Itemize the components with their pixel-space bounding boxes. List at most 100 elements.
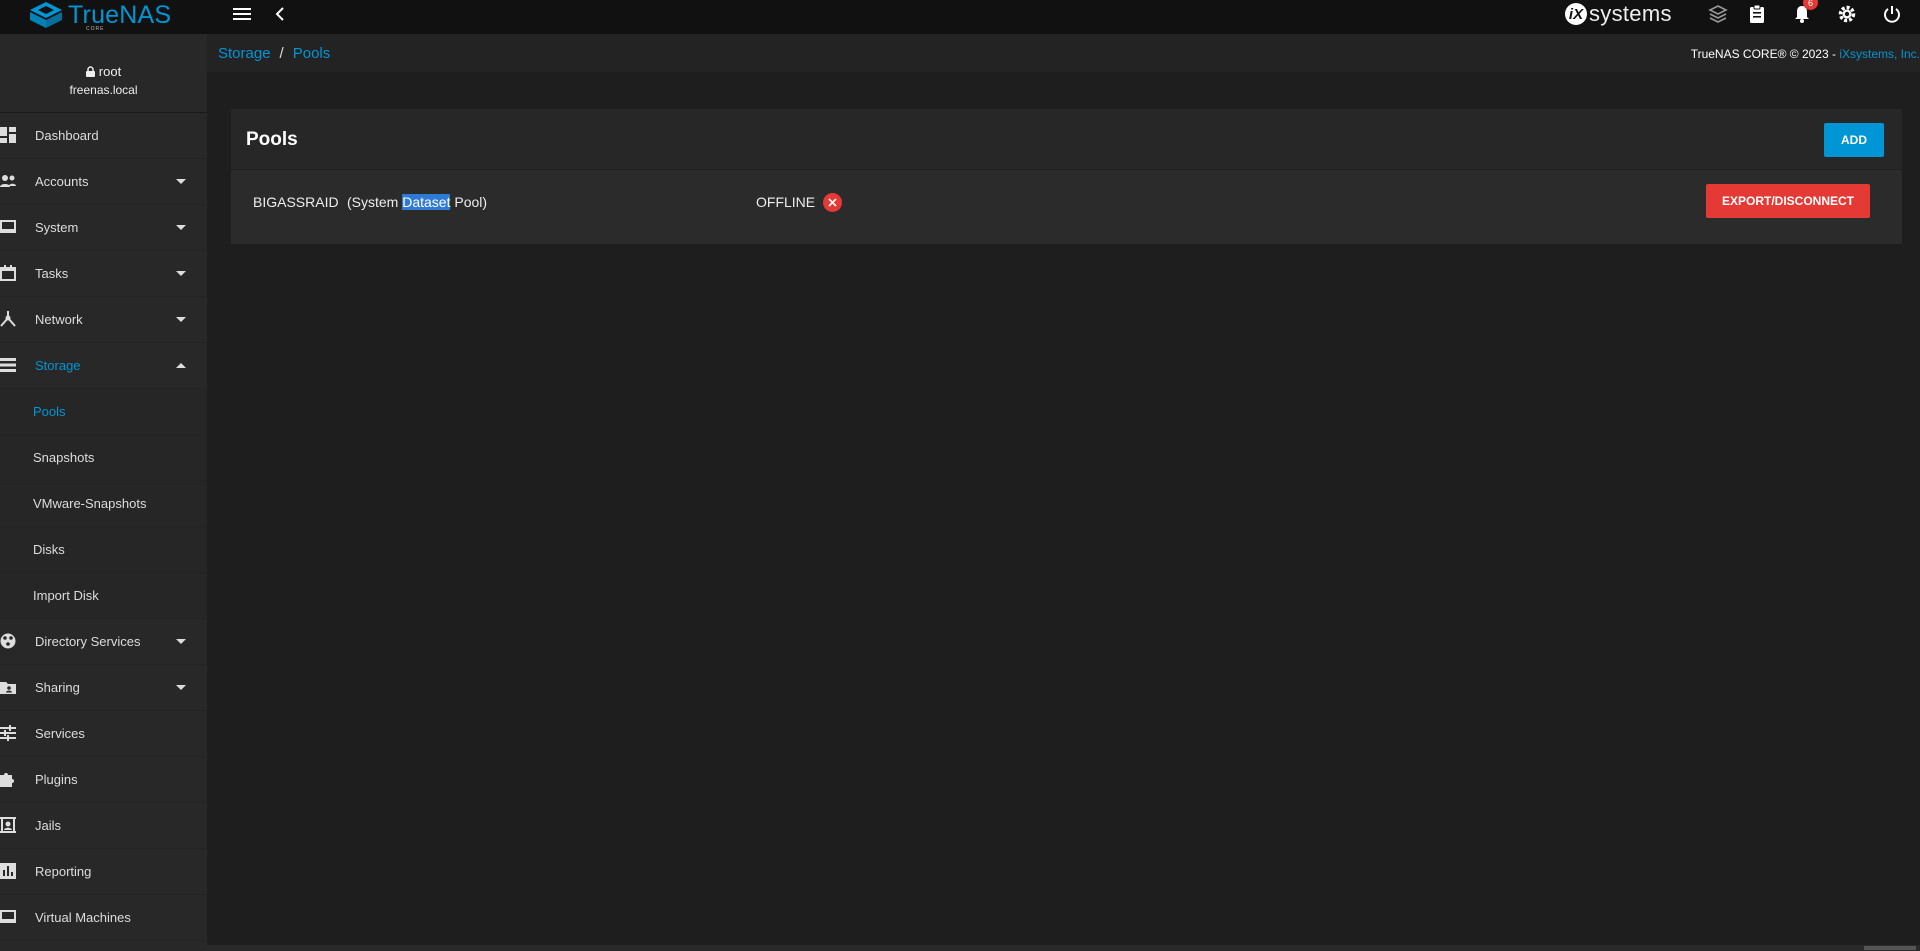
pool-description: (System Dataset Pool) [347, 194, 487, 210]
ixsystems-logo: iX systems [1565, 0, 1672, 28]
brand-sub: CORE [86, 26, 105, 32]
pool-name: BIGASSRAID [253, 194, 339, 210]
back-icon[interactable] [272, 0, 288, 28]
sidebar-item-label: Services [35, 726, 85, 741]
sidebar-item-plugins[interactable]: Plugins [0, 757, 207, 803]
menu-icon[interactable] [231, 0, 253, 28]
pools-card: Pools ADD BIGASSRAID (System Dataset Poo… [231, 109, 1902, 244]
sidebar-item-reporting[interactable]: Reporting [0, 849, 207, 895]
ix-mark: iX [1565, 3, 1587, 25]
page-title: Pools [246, 129, 298, 150]
breadcrumb: Storage / Pools [218, 45, 330, 62]
truecommand-icon[interactable] [1708, 0, 1728, 28]
sidebar-item-tasks[interactable]: Tasks [0, 251, 207, 297]
user-block: root freenas.local [0, 34, 207, 113]
chevron-up-icon [176, 363, 186, 368]
sidebar-item-label: Jails [35, 818, 62, 833]
top-bar: TrueNAS CORE iX systems 6 [0, 0, 1920, 34]
sidebar-subitem-vmware-snapshots[interactable]: VMware-Snapshots [0, 481, 207, 527]
sidebar-subitem-label: Snapshots [33, 450, 95, 465]
sidebar-subitem-label: Pools [33, 404, 66, 419]
sidebar-item-storage[interactable]: Storage [0, 343, 207, 389]
chart-icon [0, 863, 16, 879]
page-header: Storage / Pools TrueNAS CORE® © 2023 - i… [207, 34, 1920, 72]
sidebar-item-label: Storage [35, 358, 81, 373]
sidebar-subitem-disks[interactable]: Disks [0, 527, 207, 573]
notification-badge: 6 [1803, 0, 1818, 10]
breadcrumb-separator: / [279, 45, 284, 62]
directory-icon [0, 633, 16, 649]
gear-icon[interactable] [1836, 0, 1858, 28]
sidebar-item-sharing[interactable]: Sharing [0, 665, 207, 711]
network-icon [0, 311, 16, 327]
horizontal-scrollbar[interactable] [207, 945, 1920, 951]
sidebar-item-label: System [35, 220, 79, 235]
scrollbar-thumb[interactable] [1864, 946, 1916, 950]
company-link[interactable]: iXsystems, Inc. [1839, 47, 1920, 61]
sidebar-item-label: Sharing [35, 680, 80, 695]
task-manager-icon[interactable] [1747, 0, 1767, 28]
sidebar-item-label: Network [35, 312, 83, 327]
chevron-down-icon [176, 225, 186, 230]
add-button[interactable]: ADD [1824, 123, 1884, 157]
truenas-logo[interactable]: TrueNAS CORE [28, 0, 172, 32]
sidebar-subitem-label: Import Disk [33, 588, 99, 603]
chevron-down-icon [176, 685, 186, 690]
breadcrumb-pools[interactable]: Pools [293, 45, 331, 62]
brand-name: TrueNAS [68, 1, 172, 29]
storage-icon [0, 358, 16, 372]
sidebar-item-label: Virtual Machines [35, 910, 131, 925]
dashboard-icon [0, 127, 16, 143]
sidebar-item-system[interactable]: System [0, 205, 207, 251]
power-icon[interactable] [1881, 0, 1903, 28]
user-name-row: root [0, 64, 207, 79]
chevron-down-icon [176, 639, 186, 644]
pool-desc-prefix: (System [347, 194, 403, 210]
sidebar-subitem-snapshots[interactable]: Snapshots [0, 435, 207, 481]
sidebar-subitem-label: Disks [33, 542, 65, 557]
sidebar-subitem-label: VMware-Snapshots [33, 496, 147, 511]
user-name: root [98, 64, 122, 79]
sidebar-item-label: Tasks [35, 266, 69, 281]
sidebar-item-dashboard[interactable]: Dashboard [0, 113, 207, 159]
lock-icon [85, 66, 95, 77]
tune-icon [0, 725, 16, 741]
copyright: TrueNAS CORE® © 2023 - iXsystems, Inc. [1691, 47, 1920, 61]
sidebar-item-network[interactable]: Network [0, 297, 207, 343]
sidebar-item-label: Dashboard [35, 128, 99, 143]
sidebar-item-label: Accounts [35, 174, 89, 189]
pool-row[interactable]: BIGASSRAID (System Dataset Pool) OFFLINE… [231, 170, 1902, 244]
breadcrumb-storage[interactable]: Storage [218, 45, 271, 62]
export-disconnect-button[interactable]: EXPORT/DISCONNECT [1706, 184, 1870, 218]
pool-desc-suffix: Pool) [450, 194, 488, 210]
laptop-icon [0, 910, 16, 923]
sidebar-item-virtual-machines[interactable]: Virtual Machines [0, 895, 207, 941]
chevron-down-icon [176, 271, 186, 276]
sidebar-subitem-pools[interactable]: Pools [0, 389, 207, 435]
sidebar-item-label: Directory Services [35, 634, 141, 649]
error-icon [823, 193, 842, 212]
sidebar-item-directory-services[interactable]: Directory Services [0, 619, 207, 665]
truenas-logo-icon [30, 2, 62, 28]
pools-card-header: Pools ADD [231, 109, 1902, 170]
puzzle-icon [0, 773, 14, 787]
sidebar: root freenas.local Dashboard Accounts Sy… [0, 34, 207, 951]
copyright-text: TrueNAS CORE® © 2023 - [1690, 47, 1840, 61]
sidebar-item-label: Reporting [35, 864, 92, 879]
sidebar-item-services[interactable]: Services [0, 711, 207, 757]
ix-text: systems [1589, 1, 1672, 26]
calendar-icon [0, 265, 16, 281]
chevron-down-icon [176, 179, 186, 184]
jail-icon [0, 817, 16, 833]
chevron-down-icon [176, 317, 186, 322]
status-badge: OFFLINE [756, 194, 816, 210]
laptop-icon [0, 220, 16, 233]
host-name: freenas.local [69, 83, 138, 97]
accounts-icon [0, 175, 16, 187]
pool-desc-highlight: Dataset [402, 194, 451, 210]
sidebar-item-jails[interactable]: Jails [0, 803, 207, 849]
sharing-icon [0, 682, 16, 694]
sidebar-item-accounts[interactable]: Accounts [0, 159, 207, 205]
sidebar-item-label: Plugins [35, 772, 78, 787]
sidebar-subitem-import-disk[interactable]: Import Disk [0, 573, 207, 619]
